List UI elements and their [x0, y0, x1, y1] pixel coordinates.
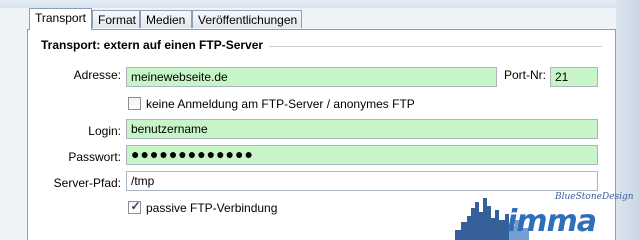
watermark-word: imma — [507, 204, 597, 239]
window-top-bar — [0, 0, 640, 8]
tab-medien[interactable]: Medien — [140, 10, 192, 28]
check-mark-icon: ✓ — [130, 199, 141, 213]
passive-ftp-checkbox[interactable]: ✓ — [128, 199, 141, 214]
login-input[interactable]: benutzername — [126, 119, 598, 139]
address-input[interactable]: meinewebseite.de — [126, 67, 497, 87]
port-label: Port-Nr: — [504, 68, 546, 82]
tab-format[interactable]: Format — [92, 10, 140, 28]
watermark-logo: BlueStoneDesign imma — [455, 190, 634, 240]
passive-ftp-label[interactable]: passive FTP-Verbindung — [146, 201, 277, 215]
server-path-input[interactable]: /tmp — [126, 171, 598, 191]
login-label: Login: — [88, 124, 121, 138]
password-label: Passwort: — [68, 150, 121, 164]
group-title: Transport: extern auf einen FTP-Server — [41, 38, 270, 52]
watermark-tagline: BlueStoneDesign — [555, 192, 634, 202]
password-input[interactable]: ●●●●●●●●●●●●● — [126, 145, 598, 165]
no-login-checkbox[interactable] — [128, 97, 141, 110]
tab-transport[interactable]: Transport — [29, 8, 92, 30]
server-path-label: Server-Pfad: — [53, 176, 121, 190]
no-login-label[interactable]: keine Anmeldung am FTP-Server / anonymes… — [146, 97, 415, 111]
address-label: Adresse: — [73, 68, 121, 82]
port-input[interactable]: 21 — [550, 67, 598, 87]
tab-veroeffentlichungen[interactable]: Veröffentlichungen — [192, 10, 302, 28]
